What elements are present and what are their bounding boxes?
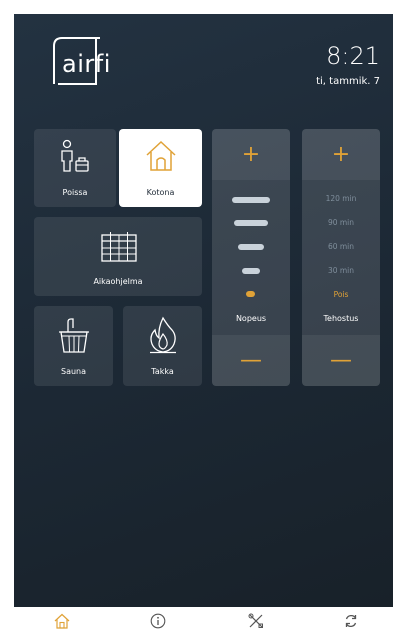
boost-option-120[interactable]: 120 min: [302, 194, 380, 203]
nav-home-button[interactable]: [52, 611, 72, 631]
sauna-bucket-icon: [59, 318, 89, 353]
speed-level-3[interactable]: [238, 244, 264, 250]
speed-level-2[interactable]: [242, 268, 260, 274]
mode-away-label: Poissa: [62, 188, 88, 197]
boost-option-90[interactable]: 90 min: [302, 218, 380, 227]
refresh-icon: [345, 614, 357, 628]
home-icon: [54, 613, 70, 629]
tools-icon: [248, 613, 263, 628]
speed-control: + Nopeus —: [212, 129, 290, 386]
boost-control: + 120 min 90 min 60 min 30 min Pois Teho…: [302, 129, 380, 386]
boost-label: Tehostus: [323, 314, 359, 323]
boost-option-60[interactable]: 60 min: [302, 242, 380, 251]
mode-sauna-label: Sauna: [60, 367, 87, 376]
boost-decrease-button[interactable]: —: [302, 335, 380, 386]
speed-level-4[interactable]: [234, 220, 268, 226]
mode-home-tile[interactable]: Kotona: [119, 129, 202, 207]
main-screen: airfi 8:21 ti, tammik. 7 Poissa Kotona A…: [14, 14, 393, 607]
calendar-icon: [101, 232, 137, 262]
mode-home-label: Kotona: [146, 188, 175, 197]
mode-schedule-tile[interactable]: Aikaohjelma: [34, 217, 202, 296]
speed-increase-button[interactable]: +: [212, 129, 290, 180]
nav-refresh-button[interactable]: [341, 611, 361, 631]
home-icon: [146, 140, 176, 171]
bottom-nav: [0, 607, 400, 633]
info-icon: [150, 613, 166, 629]
speed-label: Nopeus: [235, 314, 267, 323]
speed-decrease-button[interactable]: —: [212, 335, 290, 386]
clock-time: 8:21: [326, 42, 380, 70]
speed-level-1-active[interactable]: [246, 291, 255, 297]
mode-schedule-label: Aikaohjelma: [93, 277, 143, 286]
boost-increase-button[interactable]: +: [302, 129, 380, 180]
mode-fireplace-label: Takka: [151, 367, 174, 376]
away-person-icon: [61, 139, 89, 172]
speed-level-5[interactable]: [232, 197, 270, 203]
nav-settings-button[interactable]: [246, 611, 266, 631]
mode-sauna-tile[interactable]: Sauna: [34, 306, 113, 386]
flame-icon: [150, 316, 176, 354]
nav-info-button[interactable]: [148, 611, 168, 631]
boost-option-off[interactable]: Pois: [302, 290, 380, 299]
mode-fireplace-tile[interactable]: Takka: [123, 306, 202, 386]
mode-away-tile[interactable]: Poissa: [34, 129, 116, 207]
boost-option-30[interactable]: 30 min: [302, 266, 380, 275]
clock-date: ti, tammik. 7: [316, 76, 380, 87]
airfi-logo: airfi: [62, 50, 111, 78]
